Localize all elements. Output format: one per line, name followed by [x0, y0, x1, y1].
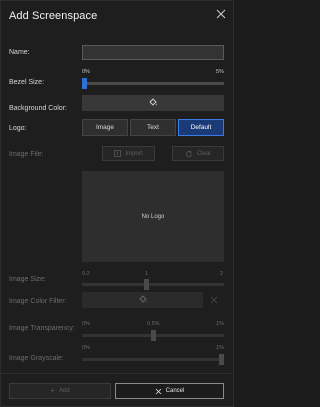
add-button-label: Add	[58, 388, 70, 394]
import-icon	[114, 150, 122, 157]
name-label: Name:	[9, 49, 30, 56]
cancel-button[interactable]: Cancel	[115, 383, 224, 399]
add-button[interactable]: + Add	[9, 383, 111, 399]
preview-text: No Logo	[141, 213, 165, 220]
import-button[interactable]: Import	[102, 146, 155, 161]
bezel-size-track[interactable]	[82, 82, 224, 85]
bezel-size-label: Bezel Size:	[9, 79, 45, 86]
dialog-title: Add Screenspace	[9, 10, 98, 22]
background-color-label: Background Color:	[9, 105, 67, 112]
image-grayscale-label: Image Grayscale:	[9, 355, 64, 362]
close-icon	[155, 388, 161, 394]
paint-bucket-icon	[149, 98, 157, 106]
plus-icon: +	[50, 386, 55, 395]
logo-label: Logo:	[9, 125, 27, 132]
image-file-label: Image File:	[9, 151, 44, 158]
image-grayscale-min-label: 0%	[82, 345, 90, 351]
image-color-filter-label: Image Color Filter:	[9, 298, 67, 305]
image-size-max-label: 2	[220, 271, 224, 277]
clear-button-label: Clear	[196, 150, 212, 157]
image-size-track[interactable]	[82, 283, 224, 286]
logo-option-image[interactable]: Image	[82, 119, 128, 136]
logo-option-default[interactable]: Default	[178, 119, 224, 136]
image-size-mid-label: 1	[145, 271, 149, 277]
paint-bucket-icon	[139, 295, 147, 303]
bezel-max-label: 5%	[216, 69, 224, 75]
image-grayscale-track[interactable]	[82, 358, 224, 361]
import-button-label: Import	[125, 150, 143, 157]
background-color-picker[interactable]	[82, 95, 224, 111]
add-screenspace-dialog: Add Screenspace Name: 0% 5% Bezel Size: …	[0, 0, 234, 407]
clear-button[interactable]: Clear	[172, 146, 224, 161]
image-transparency-mid-label: 0.5%	[147, 321, 160, 327]
clear-color-filter-icon[interactable]	[210, 296, 218, 304]
bezel-size-slider-thumb[interactable]	[82, 78, 87, 89]
name-input[interactable]	[82, 45, 224, 60]
image-size-slider-thumb[interactable]	[144, 279, 149, 290]
footer-divider	[1, 373, 233, 374]
logo-option-text[interactable]: Text	[130, 119, 176, 136]
image-color-filter-picker[interactable]	[82, 292, 203, 308]
image-transparency-slider-thumb[interactable]	[151, 330, 156, 341]
bezel-min-label: 0%	[82, 69, 90, 75]
close-icon[interactable]	[214, 7, 228, 21]
refresh-icon	[186, 150, 192, 157]
image-grayscale-slider-thumb[interactable]	[219, 354, 224, 365]
image-transparency-label: Image Transparency:	[9, 325, 75, 332]
logo-preview: No Logo	[82, 171, 224, 262]
image-transparency-min-label: 0%	[82, 321, 90, 327]
image-grayscale-max-label: 1%	[216, 345, 224, 351]
image-size-min-label: 0.2	[82, 271, 90, 277]
image-size-label: Image Size:	[9, 276, 46, 283]
cancel-button-label: Cancel	[165, 388, 185, 394]
image-transparency-max-label: 1%	[216, 321, 224, 327]
